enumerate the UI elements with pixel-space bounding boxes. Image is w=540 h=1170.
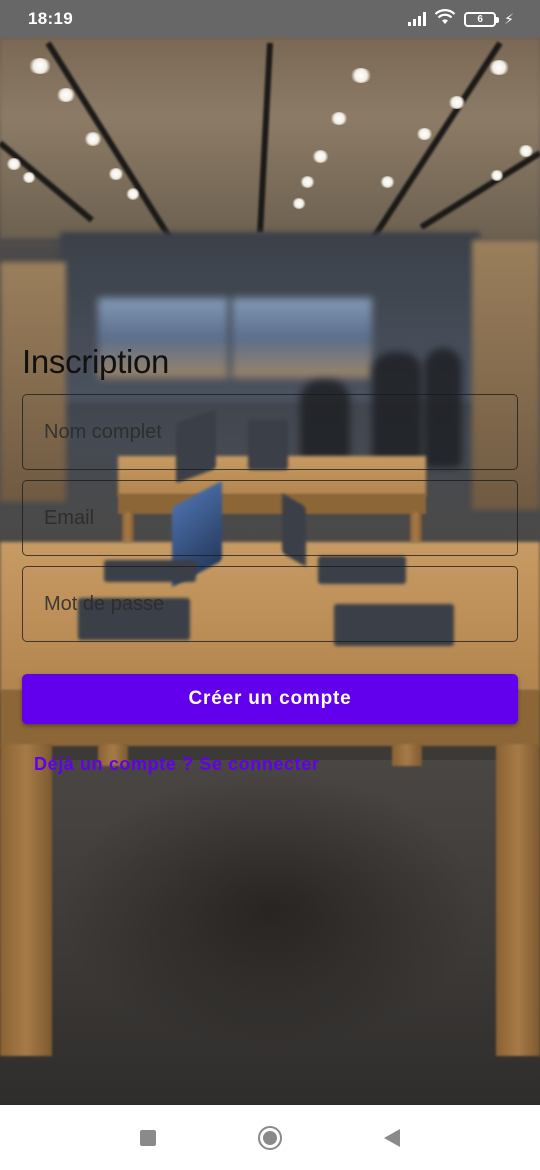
battery-icon: 6 [464, 11, 500, 27]
table-leg [0, 744, 52, 1056]
ceiling-light [28, 58, 52, 74]
table-leg [496, 744, 540, 1056]
ceiling-light [6, 158, 22, 170]
signup-form: Inscription Créer un compte Déjà un comp… [22, 340, 518, 775]
status-bar: 18:19 6 ⚡ [0, 0, 540, 38]
ceiling-light [300, 176, 315, 188]
page-title: Inscription [22, 343, 170, 380]
status-time: 18:19 [28, 9, 73, 28]
charging-bolt-icon: ⚡ [504, 10, 514, 27]
ceiling-light [84, 132, 102, 146]
ceiling-light [108, 168, 124, 180]
battery-level: 6 [477, 13, 483, 25]
login-link[interactable]: Déjà un compte ? Se connecter [34, 754, 319, 775]
wifi-icon [434, 8, 456, 30]
home-circle-icon [258, 1125, 282, 1150]
ceiling-light [312, 150, 329, 163]
ceiling-light [292, 198, 306, 209]
recents-button[interactable] [87, 1129, 209, 1146]
home-button[interactable] [209, 1125, 331, 1150]
email-input[interactable] [23, 481, 517, 555]
back-button[interactable] [331, 1128, 453, 1147]
password-field[interactable] [22, 566, 518, 642]
email-field[interactable] [22, 480, 518, 556]
ceiling-light [56, 88, 76, 102]
ceiling-light [448, 96, 466, 109]
ceiling-light [126, 188, 140, 200]
ceiling-light [350, 68, 372, 83]
status-icons: 6 ⚡ [408, 8, 514, 30]
password-input[interactable] [23, 567, 517, 641]
ceiling-light [416, 128, 433, 140]
ceiling-light [330, 112, 348, 125]
ceiling-light [488, 60, 510, 75]
recents-square-icon [140, 1129, 156, 1146]
create-account-button[interactable]: Créer un compte [22, 674, 518, 724]
ceiling-light [490, 170, 504, 181]
navigation-bar [0, 1105, 540, 1170]
signal-icon [408, 12, 427, 26]
back-triangle-icon [384, 1128, 400, 1147]
full-name-input[interactable] [23, 395, 517, 469]
floor-shadow [60, 770, 480, 1050]
ceiling-light [22, 172, 36, 183]
ceiling-light [518, 145, 534, 157]
ceiling-light [380, 176, 395, 188]
full-name-field[interactable] [22, 394, 518, 470]
